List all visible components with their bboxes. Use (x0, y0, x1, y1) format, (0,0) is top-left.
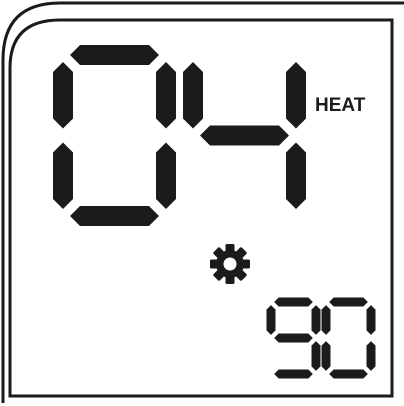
segment-f (321, 305, 331, 335)
gear-icon (210, 244, 250, 284)
segment-f (183, 62, 203, 129)
segment-d (274, 369, 313, 379)
segment-c (366, 341, 376, 371)
segment-b (156, 62, 176, 129)
segment-d (329, 369, 368, 379)
segment-c (286, 142, 306, 209)
segment-e (321, 341, 331, 371)
segment-b (366, 305, 376, 335)
mode-label: HEAT (315, 95, 366, 116)
segment-f (266, 305, 276, 335)
segment-g (274, 333, 313, 343)
segment-g (200, 125, 289, 146)
segment-e (53, 142, 73, 209)
segment-b (311, 305, 321, 335)
segment-a (70, 45, 159, 65)
lcd-screen: HEAT (1, 1, 404, 403)
segment-d (70, 206, 159, 226)
thermostat-lcd-panel: HEAT 04 90 (0, 0, 404, 406)
segment-b (286, 62, 306, 129)
segment-a (329, 297, 368, 307)
segment-c (311, 341, 321, 371)
segment-c (156, 142, 176, 209)
segment-f (53, 62, 73, 129)
segment-a (274, 297, 313, 307)
